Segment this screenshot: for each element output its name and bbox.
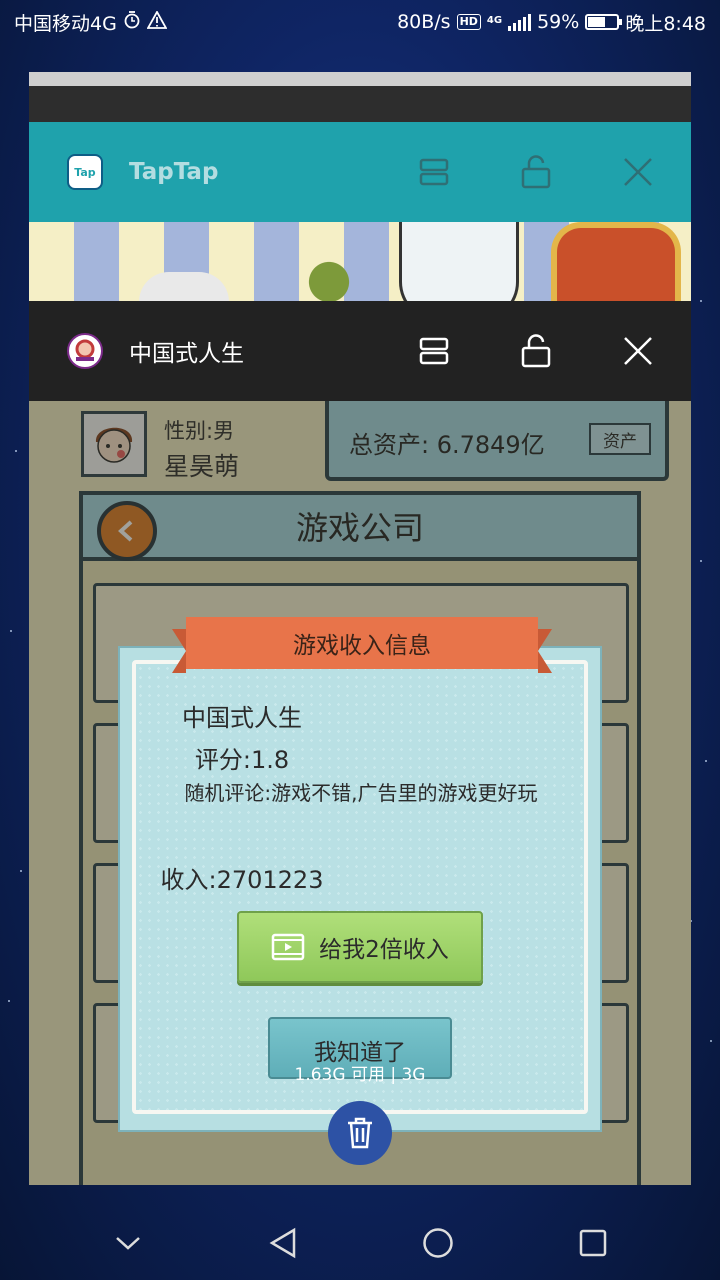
- dialog-game-name: 中国式人生: [182, 704, 302, 732]
- close-icon: [624, 158, 652, 186]
- battery-icon: [585, 14, 623, 30]
- dialog-comment: 随机评论:游戏不错,广告里的游戏更好玩: [184, 781, 538, 805]
- dialog-income: 收入:2701223: [160, 866, 324, 894]
- recent-card-header: Tap TapTap: [29, 122, 691, 222]
- close-card-button[interactable]: [615, 149, 661, 195]
- clear-all-button[interactable]: [328, 1101, 392, 1165]
- taptap-app-icon: Tap: [67, 154, 103, 190]
- double-income-label: 给我2倍收入: [319, 937, 449, 963]
- hd-badge: HD: [456, 14, 481, 30]
- memory-info: 1.63G 可用 | 3G: [294, 1065, 426, 1085]
- zhongguoshi-rensheng-app-icon: [67, 333, 103, 369]
- lock-button[interactable]: [513, 149, 559, 195]
- split-screen-icon: [419, 337, 449, 365]
- close-card-button[interactable]: [615, 328, 661, 374]
- lock-button[interactable]: [513, 328, 559, 374]
- recent-card-header: 中国式人生: [29, 301, 691, 401]
- recent-app-card-taptap[interactable]: Tap TapTap: [29, 122, 691, 322]
- dialog-score: 评分:1.8: [194, 746, 290, 774]
- double-income-button[interactable]: 给我2倍收入: [237, 911, 483, 983]
- back-triangle-icon: [269, 1227, 295, 1258]
- hide-nav-button[interactable]: [98, 1213, 158, 1273]
- chevron-down-icon: [115, 1236, 140, 1250]
- home-button[interactable]: [408, 1213, 468, 1273]
- recents-button[interactable]: [563, 1213, 623, 1273]
- home-circle-icon: [422, 1227, 453, 1258]
- dialog-title: 游戏收入信息: [186, 617, 538, 669]
- split-screen-button[interactable]: [411, 328, 457, 374]
- warning-icon: [146, 9, 168, 34]
- split-screen-icon: [419, 158, 449, 186]
- network-speed: 80B/s: [397, 11, 451, 33]
- battery-percent: 59%: [537, 11, 580, 33]
- network-type: 4G: [486, 14, 503, 26]
- clock: 晚上8:48: [625, 12, 706, 35]
- status-bar: 中国移动4G 80B/s HD 4G 59% 晚上8:48: [0, 0, 720, 44]
- recent-card-title: 中国式人生: [129, 341, 244, 367]
- carrier-label: 中国移动4G: [14, 12, 117, 35]
- recent-card-title: TapTap: [129, 159, 219, 185]
- back-button[interactable]: [253, 1213, 313, 1273]
- close-icon: [624, 337, 652, 365]
- video-play-icon: [271, 933, 305, 961]
- split-screen-button[interactable]: [411, 149, 457, 195]
- signal-strength-icon: [508, 13, 532, 31]
- dialog-title-ribbon: 游戏收入信息: [172, 617, 552, 673]
- trash-icon: [348, 1117, 372, 1149]
- unlock-icon: [521, 155, 551, 189]
- navigation-bar: [0, 1205, 720, 1280]
- unlock-icon: [521, 334, 551, 368]
- alarm-icon: [123, 10, 141, 34]
- recents-square-icon: [579, 1229, 606, 1256]
